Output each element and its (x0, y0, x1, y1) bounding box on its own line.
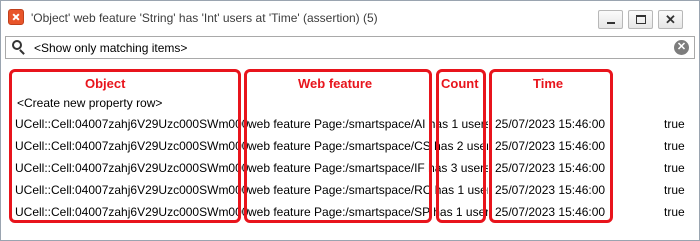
title-bar[interactable]: 'Object' web feature 'String' has 'Int' … (1, 1, 699, 35)
property-table: Object Web feature Count Time <Create ne… (5, 59, 695, 239)
cell-web-feature: web feature Page:/smartspace/CS has 2 us… (248, 139, 488, 153)
cell-object: UCell::Cell:04007zahj6V29Uzc000SWm00002 (15, 139, 248, 153)
clear-icon[interactable]: ✕ (674, 40, 689, 55)
column-header-object[interactable]: Object (85, 76, 125, 91)
column-header-web-feature[interactable]: Web feature (298, 76, 372, 91)
window-title: 'Object' web feature 'String' has 'Int' … (31, 11, 378, 25)
cell-time: 25/07/2023 15:46:00 (495, 205, 606, 219)
search-input[interactable] (34, 40, 654, 56)
cell-assertion: true (664, 139, 685, 153)
create-new-row[interactable]: <Create new property row> (17, 96, 162, 110)
cell-web-feature: web feature Page:/smartspace/RC has 1 us… (248, 183, 488, 197)
search-icon (12, 40, 26, 55)
cell-object: UCell::Cell:04007zahj6V29Uzc000SWm00002 (15, 117, 248, 131)
cell-time: 25/07/2023 15:46:00 (495, 117, 606, 131)
table-row[interactable]: UCell::Cell:04007zahj6V29Uzc000SWm00002 … (5, 205, 695, 223)
cell-time: 25/07/2023 15:46:00 (495, 183, 606, 197)
table-row[interactable]: UCell::Cell:04007zahj6V29Uzc000SWm00002 … (5, 139, 695, 157)
column-header-count[interactable]: Count (441, 76, 479, 91)
close-button[interactable]: ✕ (658, 10, 683, 29)
minimize-button[interactable] (598, 10, 623, 29)
cell-assertion: true (664, 205, 685, 219)
cell-time: 25/07/2023 15:46:00 (495, 161, 606, 175)
cell-web-feature: web feature Page:/smartspace/AI has 1 us… (248, 117, 488, 131)
app-icon (8, 9, 24, 25)
cell-assertion: true (664, 161, 685, 175)
filter-bar: ✕ (5, 36, 695, 59)
column-header-time[interactable]: Time (533, 76, 563, 91)
table-row[interactable]: UCell::Cell:04007zahj6V29Uzc000SWm00002 … (5, 117, 695, 135)
table-row[interactable]: UCell::Cell:04007zahj6V29Uzc000SWm00002 … (5, 161, 695, 179)
cell-web-feature: web feature Page:/smartspace/IF has 3 us… (248, 161, 488, 175)
cell-object: UCell::Cell:04007zahj6V29Uzc000SWm00002 (15, 205, 248, 219)
maximize-icon (636, 15, 646, 24)
maximize-button[interactable] (628, 10, 653, 29)
cell-time: 25/07/2023 15:46:00 (495, 139, 606, 153)
table-row[interactable]: UCell::Cell:04007zahj6V29Uzc000SWm00002 … (5, 183, 695, 201)
cell-web-feature: web feature Page:/smartspace/SP has 1 us… (248, 205, 488, 219)
minimize-icon (607, 22, 615, 24)
dialog-window: 'Object' web feature 'String' has 'Int' … (0, 0, 700, 241)
cell-object: UCell::Cell:04007zahj6V29Uzc000SWm00002 (15, 183, 248, 197)
cell-assertion: true (664, 183, 685, 197)
cell-object: UCell::Cell:04007zahj6V29Uzc000SWm00002 (15, 161, 248, 175)
close-icon: ✕ (665, 12, 676, 27)
cell-assertion: true (664, 117, 685, 131)
